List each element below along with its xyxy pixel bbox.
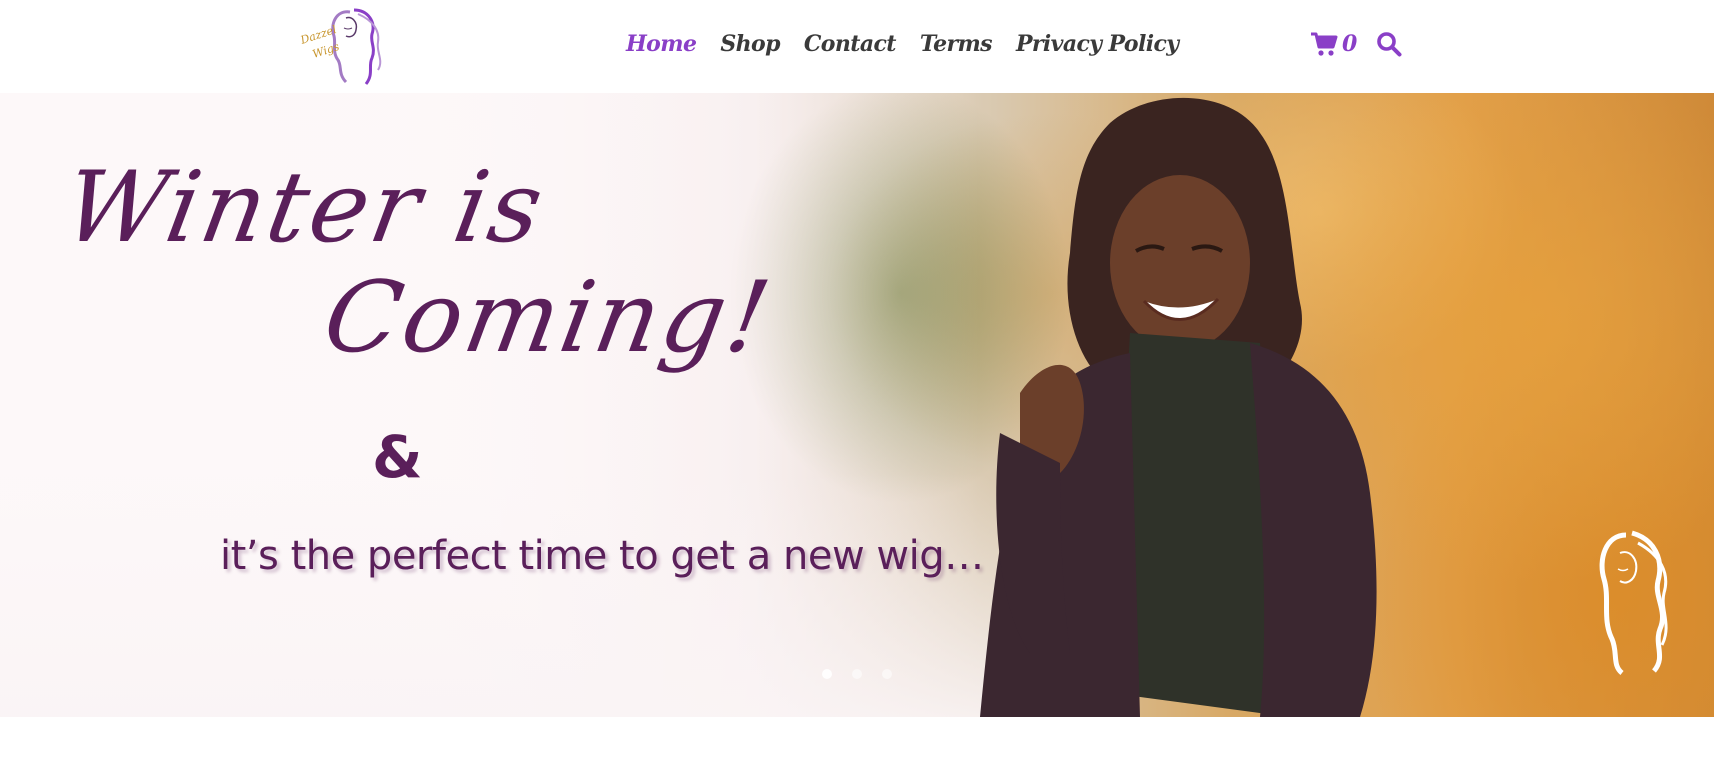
woman-hair-logo-icon: Dazzel Wigs	[300, 8, 382, 85]
hero-tagline: it’s the perfect time to get a new wig…	[220, 533, 984, 579]
nav-item-shop[interactable]: Shop	[720, 26, 780, 62]
hero-ampersand: &	[372, 423, 423, 491]
nav-item-terms[interactable]: Terms	[920, 26, 993, 62]
hero-headline-line2: Coming!	[315, 261, 781, 375]
search-button[interactable]	[1376, 31, 1402, 57]
slider-dot-3[interactable]	[882, 669, 892, 679]
cart-count: 0	[1342, 31, 1358, 57]
hero-slider[interactable]: Winter is Coming! & it’s the perfect tim…	[0, 93, 1714, 717]
cart-button[interactable]: 0	[1310, 28, 1357, 60]
nav-item-contact[interactable]: Contact	[804, 26, 897, 62]
cart-icon	[1311, 32, 1338, 56]
nav-item-privacy-policy[interactable]: Privacy Policy	[1016, 26, 1179, 62]
main-nav: Home Shop Contact Terms Privacy Policy	[626, 26, 1202, 62]
nav-item-home[interactable]: Home	[626, 26, 697, 62]
hero-background-ground	[0, 473, 1000, 717]
hero-headline-line1: Winter is	[55, 151, 554, 265]
search-icon	[1377, 32, 1402, 57]
slider-pagination	[822, 669, 892, 679]
site-logo[interactable]: Dazzel Wigs	[300, 4, 392, 88]
site-header: Dazzel Wigs Home Shop Contact Terms Priv…	[0, 0, 1714, 93]
slider-dot-2[interactable]	[852, 669, 862, 679]
woman-hair-logo-icon	[1576, 529, 1672, 675]
hero-photo-woman	[960, 93, 1480, 717]
slider-dot-1[interactable]	[822, 669, 832, 679]
